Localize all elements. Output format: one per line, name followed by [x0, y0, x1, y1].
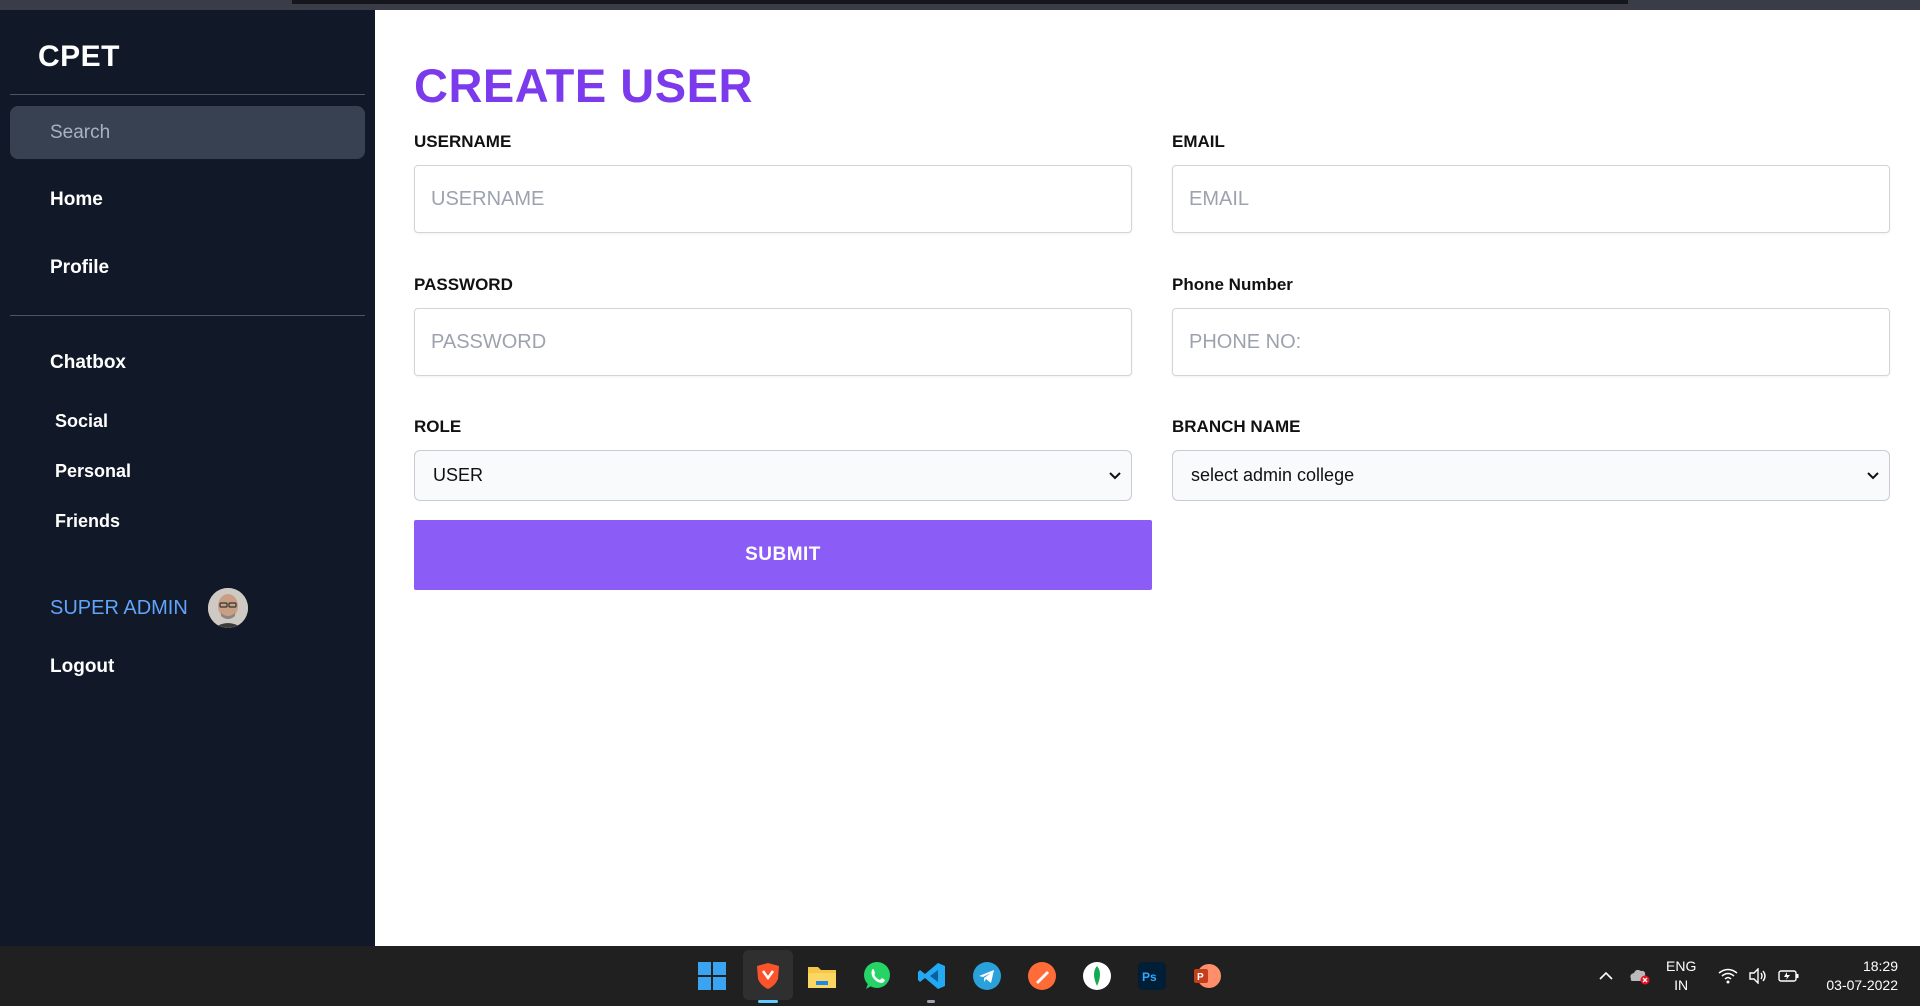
browser-top-bar	[292, 0, 1628, 4]
password-label: PASSWORD	[414, 275, 513, 294]
email-placeholder: EMAIL	[1189, 187, 1250, 210]
submit-button[interactable]: SUBMIT	[414, 520, 1152, 590]
postman-icon[interactable]	[1026, 960, 1058, 992]
sidebar-divider	[10, 315, 365, 316]
volume-icon[interactable]	[1748, 946, 1768, 1006]
chevron-up-icon	[1599, 971, 1613, 980]
avatar[interactable]	[207, 588, 248, 628]
chevron-down-icon	[1109, 471, 1121, 479]
brave-browser-icon[interactable]	[752, 960, 784, 992]
user-role-label[interactable]: SUPER ADMIN	[50, 597, 188, 620]
sidebar-item-friends[interactable]: Friends	[55, 511, 120, 532]
mongodb-compass-icon[interactable]	[1081, 960, 1113, 992]
windows-start-icon[interactable]	[696, 960, 728, 992]
role-value: USER	[433, 465, 484, 485]
taskbar: Ps P ENG IN 18:29 03-07-2022	[0, 946, 1920, 1006]
active-indicator	[758, 1000, 778, 1003]
branch-select[interactable]: select admin college	[1172, 450, 1890, 501]
email-label: EMAIL	[1172, 132, 1225, 151]
lang-region: IN	[1674, 977, 1689, 993]
photoshop-icon[interactable]: Ps	[1136, 960, 1168, 992]
onedrive-icon[interactable]	[1627, 946, 1651, 1006]
brand-logo[interactable]: CPET	[38, 40, 120, 74]
powerpoint-label: P	[1197, 972, 1204, 983]
branch-value: select admin college	[1191, 465, 1355, 485]
whatsapp-icon[interactable]	[861, 960, 893, 992]
clock-date: 03-07-2022	[1826, 977, 1898, 993]
role-select[interactable]: USER	[414, 450, 1132, 501]
password-field[interactable]: PASSWORD	[414, 308, 1132, 376]
search-placeholder: Search	[50, 121, 111, 143]
vscode-icon[interactable]	[916, 960, 948, 992]
lang-code: ENG	[1666, 958, 1697, 974]
user-profile[interactable]: SUPER ADMIN	[50, 588, 248, 628]
browser-top-strip	[0, 0, 1920, 10]
battery-icon[interactable]	[1778, 946, 1800, 1006]
page-title: CREATE USER	[414, 59, 753, 112]
username-field[interactable]: USERNAME	[414, 165, 1132, 233]
logout-link[interactable]: Logout	[50, 656, 114, 678]
telegram-icon[interactable]	[971, 960, 1003, 992]
show-hidden-icons[interactable]	[1598, 946, 1614, 1006]
phone-label: Phone Number	[1172, 275, 1293, 294]
role-label: ROLE	[414, 417, 462, 436]
wifi-icon[interactable]	[1718, 946, 1738, 1006]
photoshop-label: Ps	[1142, 970, 1157, 984]
sidebar-divider	[10, 94, 365, 95]
username-label: USERNAME	[414, 132, 512, 151]
phone-placeholder: PHONE NO:	[1189, 330, 1302, 353]
language-indicator[interactable]: ENG IN	[1666, 946, 1696, 1006]
clock[interactable]: 18:29 03-07-2022	[1812, 946, 1898, 1006]
phone-field[interactable]: PHONE NO:	[1172, 308, 1890, 376]
sidebar-item-social[interactable]: Social	[55, 411, 108, 432]
branch-label: BRANCH NAME	[1172, 417, 1301, 436]
sidebar-item-personal[interactable]: Personal	[55, 461, 131, 482]
file-explorer-icon[interactable]	[806, 960, 838, 992]
clock-time: 18:29	[1862, 958, 1898, 974]
sidebar: CPET Search Home Profile Chatbox Social …	[0, 10, 375, 946]
open-indicator	[927, 1000, 935, 1003]
sidebar-item-profile[interactable]: Profile	[50, 257, 109, 279]
main-content: CREATE USER USERNAME USERNAME EMAIL EMAI…	[375, 10, 1920, 946]
search-input[interactable]: Search	[10, 106, 365, 159]
powerpoint-icon[interactable]: P	[1191, 960, 1223, 992]
username-placeholder: USERNAME	[431, 187, 545, 210]
sidebar-item-chatbox[interactable]: Chatbox	[50, 352, 126, 374]
email-field[interactable]: EMAIL	[1172, 165, 1890, 233]
password-placeholder: PASSWORD	[431, 330, 547, 353]
chevron-down-icon	[1867, 471, 1879, 479]
sidebar-item-home[interactable]: Home	[50, 189, 103, 211]
